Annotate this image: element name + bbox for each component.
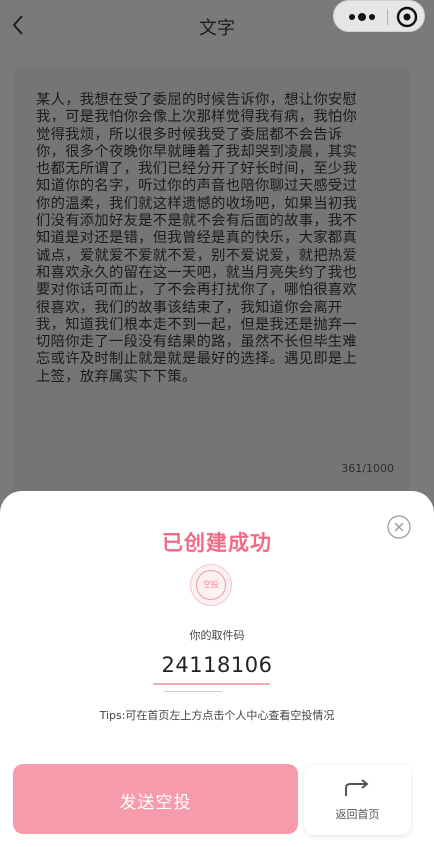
return-arrow-icon	[342, 779, 374, 799]
pickup-code-value: 24118106	[161, 653, 273, 677]
success-sheet: 已创建成功 空投 你的取件码 24118106 Tips:可在首页左上方点击个人…	[0, 491, 434, 847]
nav-bar: 文字	[0, 0, 434, 50]
airdrop-badge: 空投	[190, 564, 232, 606]
success-title: 已创建成功	[162, 531, 272, 555]
send-airdrop-button[interactable]: 发送空投	[13, 764, 298, 834]
return-home-button[interactable]: 返回首页	[304, 765, 411, 835]
capsule-divider	[387, 9, 388, 25]
code-underline-shadow	[164, 691, 222, 692]
text-card: 某人，我想在受了委屈的时候告诉你，想让你安慰我，可是我怕你会像上次那样觉得我有病…	[14, 68, 410, 498]
send-airdrop-label: 发送空投	[119, 793, 192, 813]
message-text: 某人，我想在受了委屈的时候告诉你，想让你安慰我，可是我怕你会像上次那样觉得我有病…	[36, 92, 358, 385]
more-dots-icon[interactable]	[346, 9, 378, 25]
pickup-code-label: 你的取件码	[189, 629, 245, 642]
mini-program-capsule	[333, 0, 425, 32]
return-home-label: 返回首页	[335, 808, 380, 821]
badge-label: 空投	[196, 570, 226, 600]
code-underline	[153, 683, 270, 685]
target-circle-icon[interactable]	[394, 4, 420, 30]
character-counter: 361/1000	[341, 462, 394, 475]
tips-text: Tips:可在首页左上方点击个人中心查看空投情况	[99, 709, 335, 722]
